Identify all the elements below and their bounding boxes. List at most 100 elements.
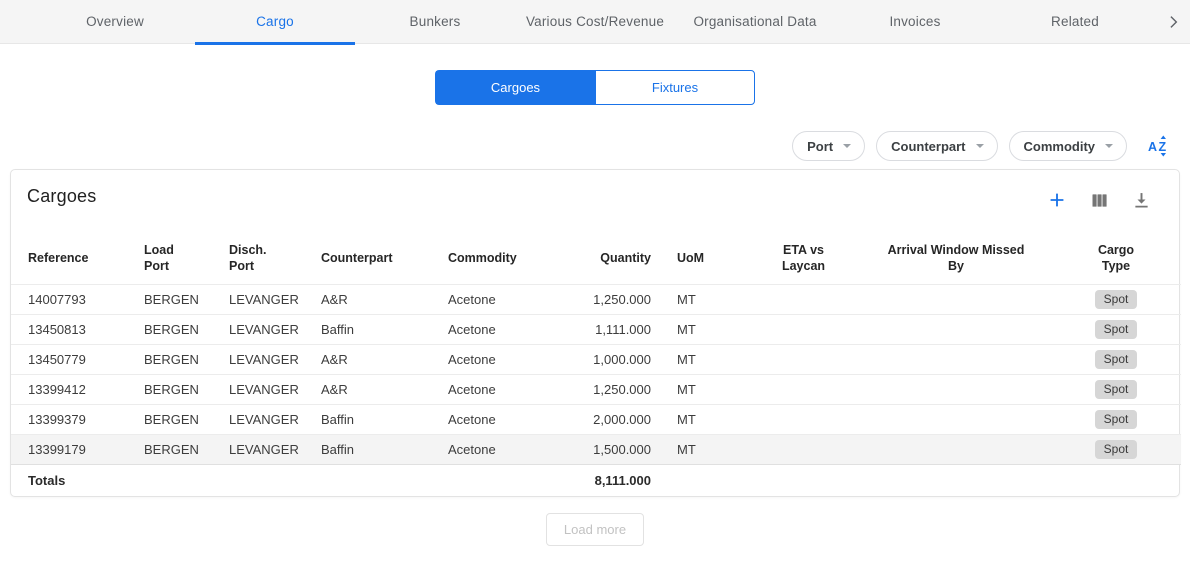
column-header-load-port[interactable]: LoadPort xyxy=(144,232,229,285)
card-title: Cargoes xyxy=(27,186,96,207)
load-more-button[interactable]: Load more xyxy=(546,513,644,546)
cell-eta-vs-laycan xyxy=(746,345,861,375)
svg-text:Z: Z xyxy=(1159,140,1167,154)
cell-quantity: 1,111.000 xyxy=(556,315,651,345)
add-cargo-button[interactable] xyxy=(1045,188,1069,212)
table-row[interactable]: 13399179BERGENLEVANGERBaffinAcetone1,500… xyxy=(11,435,1181,465)
totals-cargo-type xyxy=(1051,465,1181,496)
totals-counterpart xyxy=(321,465,448,496)
column-header-uom[interactable]: UoM xyxy=(651,232,746,285)
top-nav: OverviewCargoBunkersVarious Cost/Revenue… xyxy=(0,0,1190,44)
column-header-quantity[interactable]: Quantity xyxy=(556,232,651,285)
download-button[interactable] xyxy=(1129,188,1153,212)
table-row[interactable]: 13399412BERGENLEVANGERA&RAcetone1,250.00… xyxy=(11,375,1181,405)
cell-uom: MT xyxy=(651,375,746,405)
filter-chip-commodity[interactable]: Commodity xyxy=(1009,131,1128,161)
cell-commodity: Acetone xyxy=(448,375,556,405)
cargo-type-badge: Spot xyxy=(1095,380,1138,399)
svg-text:A: A xyxy=(1148,140,1157,154)
cell-load-port: BERGEN xyxy=(144,285,229,315)
cell-reference: 13399412 xyxy=(11,375,144,405)
nav-overflow-chevron-right-icon[interactable] xyxy=(1155,0,1190,43)
cell-eta-vs-laycan xyxy=(746,315,861,345)
sort-alphabetical-button[interactable]: A Z xyxy=(1146,133,1172,159)
cell-commodity: Acetone xyxy=(448,435,556,465)
cell-quantity: 1,250.000 xyxy=(556,285,651,315)
totals-arrival-window-missed-by xyxy=(861,465,1051,496)
card-header: Cargoes xyxy=(11,170,1179,232)
plus-icon xyxy=(1046,189,1068,211)
cell-eta-vs-laycan xyxy=(746,285,861,315)
table-header-row: ReferenceLoadPortDisch.PortCounterpartCo… xyxy=(11,232,1181,285)
cell-uom: MT xyxy=(651,315,746,345)
cell-counterpart: A&R xyxy=(321,375,448,405)
cell-reference: 13399379 xyxy=(11,405,144,435)
column-header-commodity[interactable]: Commodity xyxy=(448,232,556,285)
view-toggle-cargoes[interactable]: Cargoes xyxy=(435,70,595,105)
cargo-type-badge: Spot xyxy=(1095,320,1138,339)
totals-disch-port xyxy=(229,465,321,496)
sort-alphabetical-icon: A Z xyxy=(1147,134,1171,158)
cargoes-card: Cargoes xyxy=(10,169,1180,497)
column-header-cargo-type[interactable]: CargoType xyxy=(1051,232,1181,285)
cargo-type-badge: Spot xyxy=(1095,290,1138,309)
cell-eta-vs-laycan xyxy=(746,405,861,435)
chevron-down-icon xyxy=(1105,144,1113,148)
column-header-disch-port[interactable]: Disch.Port xyxy=(229,232,321,285)
filter-chip-label: Port xyxy=(807,139,833,154)
column-header-arrival-window-missed-by[interactable]: Arrival Window MissedBy xyxy=(861,232,1051,285)
table-row[interactable]: 14007793BERGENLEVANGERA&RAcetone1,250.00… xyxy=(11,285,1181,315)
cell-arrival-window-missed-by xyxy=(861,375,1051,405)
cell-quantity: 2,000.000 xyxy=(556,405,651,435)
chevron-right-icon xyxy=(1163,12,1183,32)
nav-tab-overview[interactable]: Overview xyxy=(35,0,195,43)
cell-disch-port: LEVANGER xyxy=(229,285,321,315)
cell-counterpart: A&R xyxy=(321,345,448,375)
cell-uom: MT xyxy=(651,285,746,315)
column-settings-button[interactable] xyxy=(1087,188,1111,212)
cargo-type-badge: Spot xyxy=(1095,350,1138,369)
column-header-counterpart[interactable]: Counterpart xyxy=(321,232,448,285)
view-toggle-fixtures[interactable]: Fixtures xyxy=(595,70,755,105)
cell-disch-port: LEVANGER xyxy=(229,345,321,375)
table-row[interactable]: 13399379BERGENLEVANGERBaffinAcetone2,000… xyxy=(11,405,1181,435)
cell-disch-port: LEVANGER xyxy=(229,315,321,345)
cell-uom: MT xyxy=(651,435,746,465)
table-row[interactable]: 13450813BERGENLEVANGERBaffinAcetone1,111… xyxy=(11,315,1181,345)
cell-cargo-type: Spot xyxy=(1051,375,1181,405)
view-toggle-wrap: CargoesFixtures xyxy=(0,70,1190,105)
cell-uom: MT xyxy=(651,405,746,435)
cell-load-port: BERGEN xyxy=(144,435,229,465)
load-more-wrap: Load more xyxy=(0,513,1190,546)
cell-quantity: 1,500.000 xyxy=(556,435,651,465)
nav-tab-various-cost-revenue[interactable]: Various Cost/Revenue xyxy=(515,0,675,43)
totals-load-port xyxy=(144,465,229,496)
column-header-reference[interactable]: Reference xyxy=(11,232,144,285)
download-icon xyxy=(1131,190,1152,211)
filter-bar: Port Counterpart Commodity A Z xyxy=(0,131,1190,161)
cargoes-table: ReferenceLoadPortDisch.PortCounterpartCo… xyxy=(11,232,1181,496)
chevron-down-icon xyxy=(843,144,851,148)
nav-tab-bunkers[interactable]: Bunkers xyxy=(355,0,515,43)
filter-chips: Port Counterpart Commodity xyxy=(792,131,1127,161)
cell-disch-port: LEVANGER xyxy=(229,405,321,435)
filter-chip-port[interactable]: Port xyxy=(792,131,865,161)
cell-cargo-type: Spot xyxy=(1051,405,1181,435)
cell-counterpart: Baffin xyxy=(321,435,448,465)
cell-cargo-type: Spot xyxy=(1051,315,1181,345)
cell-load-port: BERGEN xyxy=(144,315,229,345)
cell-counterpart: Baffin xyxy=(321,315,448,345)
nav-tab-organisational-data[interactable]: Organisational Data xyxy=(675,0,835,43)
cell-reference: 14007793 xyxy=(11,285,144,315)
nav-tab-related[interactable]: Related xyxy=(995,0,1155,43)
filter-chip-label: Counterpart xyxy=(891,139,965,154)
column-header-eta-vs-laycan[interactable]: ETA vsLaycan xyxy=(746,232,861,285)
cell-commodity: Acetone xyxy=(448,345,556,375)
filter-chip-counterpart[interactable]: Counterpart xyxy=(876,131,997,161)
nav-tab-invoices[interactable]: Invoices xyxy=(835,0,995,43)
cell-arrival-window-missed-by xyxy=(861,345,1051,375)
cell-cargo-type: Spot xyxy=(1051,285,1181,315)
cargo-type-badge: Spot xyxy=(1095,440,1138,459)
nav-tab-cargo[interactable]: Cargo xyxy=(195,0,355,43)
table-row[interactable]: 13450779BERGENLEVANGERA&RAcetone1,000.00… xyxy=(11,345,1181,375)
